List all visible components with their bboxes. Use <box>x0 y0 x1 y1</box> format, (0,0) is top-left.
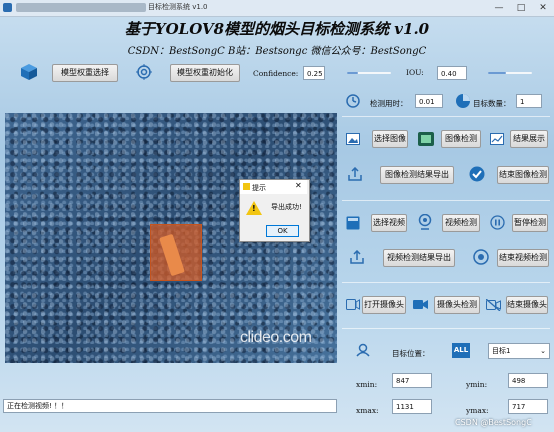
video-camera-icon[interactable] <box>413 299 428 310</box>
video-watermark: clideo.com <box>240 329 312 346</box>
location-pin-icon <box>356 343 370 357</box>
camera-off-icon[interactable] <box>486 299 501 311</box>
dialog-title: 提示 <box>252 184 266 192</box>
export-image-result-button[interactable]: 图像检测结果导出 <box>380 166 454 184</box>
select-image-button[interactable]: 选择图像 <box>372 130 408 148</box>
camera-detect-button[interactable]: 摄像头检测 <box>434 296 480 314</box>
xmax-label: xmax: <box>356 406 379 415</box>
divider <box>342 282 550 283</box>
confidence-slider[interactable] <box>347 72 391 74</box>
stop-image-detect-button[interactable]: 结束图像检测 <box>497 166 549 184</box>
model-select-button[interactable]: 模型权重选择 <box>52 64 118 82</box>
divider <box>342 328 550 329</box>
message-dialog: 提示 ✕ ! 导出成功! OK <box>239 179 310 242</box>
page-title: 基于YOLOV8模型的烟头目标检测系统 v1.0 <box>124 20 430 38</box>
ymin-label: ymin: <box>466 380 488 389</box>
window-title: 目标检测系统 v1.0 <box>148 3 208 11</box>
status-bar: 正在检测视频! ！！ <box>3 399 337 413</box>
close-camera-button[interactable]: 结束摄像头 <box>506 296 548 314</box>
app-icon <box>3 3 12 12</box>
count-label: 目标数量： <box>473 99 511 108</box>
time-label: 检测用时： <box>370 99 408 108</box>
count-field: 1 <box>516 94 542 108</box>
all-targets-icon: ALL <box>452 343 470 358</box>
title-bar: 目标检测系统 v1.0 — □ ✕ <box>0 0 554 17</box>
open-camera-button[interactable]: 打开摄像头 <box>362 296 406 314</box>
maximize-button[interactable]: □ <box>510 0 532 16</box>
show-result-button[interactable]: 结果展示 <box>510 130 548 148</box>
image-detect-icon[interactable] <box>418 132 434 146</box>
model-init-button[interactable]: 模型权重初始化 <box>170 64 240 82</box>
xmin-label: xmin: <box>356 380 378 389</box>
close-button[interactable]: ✕ <box>532 0 554 16</box>
video-detect-button[interactable]: 视频检测 <box>442 214 480 232</box>
clock-icon <box>346 94 360 108</box>
cube-icon[interactable] <box>20 63 38 81</box>
dialog-message: 导出成功! <box>271 203 302 211</box>
title-blurred-region <box>16 3 146 12</box>
upload-icon[interactable] <box>350 250 364 264</box>
iou-spinbox[interactable]: 0.40 <box>437 66 467 80</box>
dialog-icon <box>243 183 250 190</box>
stop-circle-icon[interactable] <box>473 249 489 265</box>
iou-slider-fill <box>488 72 506 74</box>
target-select[interactable]: 目标1 ⌄ <box>488 343 550 359</box>
webcam-icon[interactable] <box>418 214 432 230</box>
confidence-label: Confidence: <box>253 69 299 78</box>
ymax-label: ymax: <box>466 406 489 415</box>
dialog-close-button[interactable]: ✕ <box>295 181 302 190</box>
pie-chart-icon <box>456 94 470 108</box>
divider <box>342 200 550 201</box>
pause-icon[interactable] <box>490 215 505 230</box>
xmin-field: 847 <box>392 373 432 388</box>
select-video-button[interactable]: 选择视频 <box>371 214 407 232</box>
ymin-field: 498 <box>508 373 548 388</box>
confidence-spinbox[interactable]: 0.25 <box>303 66 325 80</box>
minimize-button[interactable]: — <box>488 0 510 16</box>
image-detect-button[interactable]: 图像检测 <box>441 130 481 148</box>
stop-video-detect-button[interactable]: 结束视频检测 <box>497 249 549 267</box>
page-subtitle: CSDN：BestSongC B站：Bestsongc 微信公众号：BestSo… <box>127 46 427 57</box>
iou-label: IOU: <box>406 68 424 77</box>
image-icon[interactable] <box>346 133 360 145</box>
divider <box>342 116 550 117</box>
confidence-slider-fill <box>347 72 358 74</box>
check-circle-icon[interactable] <box>469 166 485 182</box>
warning-mark-icon: ! <box>252 204 256 213</box>
ymax-field: 717 <box>508 399 548 414</box>
xmax-field: 1131 <box>392 399 432 414</box>
camera-icon[interactable] <box>346 299 360 310</box>
csdn-watermark: CSDN @BestSongC <box>455 418 532 427</box>
dialog-ok-button[interactable]: OK <box>266 225 299 237</box>
iou-slider[interactable] <box>488 72 532 74</box>
target-icon[interactable] <box>136 64 152 80</box>
pause-detect-button[interactable]: 暂停检测 <box>512 214 548 232</box>
upload-icon[interactable] <box>348 167 362 181</box>
chevron-down-icon: ⌄ <box>540 347 546 355</box>
time-field: 0.01 <box>415 94 443 108</box>
export-video-result-button[interactable]: 视频检测结果导出 <box>383 249 455 267</box>
video-file-icon[interactable] <box>346 216 360 230</box>
target-position-label: 目标位置： <box>392 349 430 358</box>
target-select-value: 目标1 <box>492 347 511 355</box>
line-chart-icon[interactable] <box>490 133 504 145</box>
